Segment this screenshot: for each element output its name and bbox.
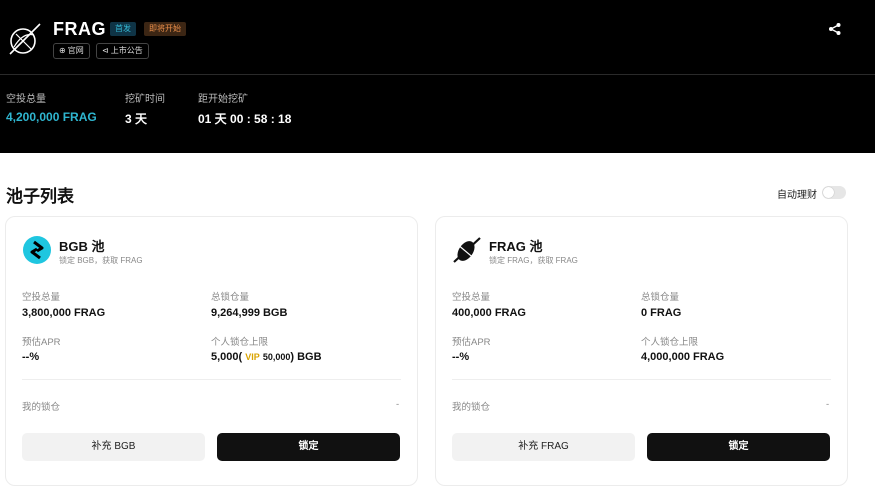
limit-main: 5,000 — [211, 351, 239, 363]
card-divider — [452, 379, 831, 380]
personal-limit-value: 5,000( VIP 50,000) BGB — [211, 351, 322, 363]
airdrop-total-label: 空投总量 — [452, 292, 491, 303]
stat-label-airdrop-total: 空投总量 — [6, 94, 46, 105]
add-frag-button[interactable]: 补充 FRAG — [452, 433, 635, 461]
my-lock-value: - — [826, 399, 830, 410]
limit-paren-close: ) — [290, 351, 295, 363]
frag-coin-icon — [453, 237, 481, 263]
personal-limit-value: 4,000,000 FRAG — [641, 351, 725, 363]
official-site-link[interactable]: ⊕ 官网 — [53, 43, 90, 59]
status-badge: 即将开始 — [144, 22, 186, 36]
apr-label: 预估APR — [452, 337, 491, 348]
listing-announcement-link[interactable]: ⊲ 上市公告 — [96, 43, 149, 59]
stat-value-mining-time: 3 天 — [125, 112, 148, 126]
share-icon[interactable] — [828, 22, 842, 36]
apr-label: 预估APR — [22, 337, 61, 348]
listing-announcement-label: 上市公告 — [110, 46, 143, 55]
toggle-knob — [823, 187, 834, 198]
apr-value: --% — [452, 351, 470, 363]
airdrop-total-value: 3,800,000 FRAG — [22, 307, 106, 319]
auto-invest-toggle[interactable] — [822, 186, 846, 199]
megaphone-icon: ⊲ — [102, 46, 109, 55]
official-site-label: 官网 — [67, 46, 84, 55]
frag-logo-icon — [9, 23, 41, 55]
vip-limit-value: 50,000 — [262, 352, 291, 362]
first-launch-badge: 首发 — [110, 22, 136, 36]
pool-description: 锁定 BGB，获取 FRAG — [59, 256, 143, 265]
personal-limit-label: 个人锁仓上限 — [211, 337, 269, 348]
stat-label-mining-time: 挖矿时间 — [125, 94, 165, 105]
personal-limit-label: 个人锁仓上限 — [641, 337, 699, 348]
lock-bgb-button[interactable]: 锁定 — [217, 433, 400, 461]
auto-invest-label: 自动理财 — [777, 190, 817, 201]
pool-card-frag: FRAG 池 锁定 FRAG，获取 FRAG 空投总量 400,000 FRAG… — [435, 216, 848, 486]
total-locked-value: 0 FRAG — [641, 307, 682, 319]
stat-label-countdown: 距开始挖矿 — [198, 94, 248, 105]
pool-name: BGB 池 — [59, 239, 105, 254]
my-lock-label: 我的锁仓 — [452, 402, 491, 413]
vip-tag: VIP — [245, 352, 260, 362]
limit-paren-open: ( — [238, 351, 243, 363]
my-lock-value: - — [396, 399, 400, 410]
stat-value-airdrop-total: 4,200,000 FRAG — [6, 110, 97, 124]
limit-unit: BGB — [297, 351, 322, 363]
add-bgb-button[interactable]: 补充 BGB — [22, 433, 205, 461]
my-lock-label: 我的锁仓 — [22, 402, 61, 413]
stat-value-countdown: 01 天 00 : 58 : 18 — [198, 112, 292, 126]
airdrop-total-value: 400,000 FRAG — [452, 307, 526, 319]
bgb-coin-icon — [23, 236, 51, 264]
pool-list-title: 池子列表 — [6, 187, 74, 206]
pool-card-bgb: BGB 池 锁定 BGB，获取 FRAG 空投总量 3,800,000 FRAG… — [5, 216, 418, 486]
apr-value: --% — [22, 351, 40, 363]
total-locked-label: 总锁仓量 — [641, 292, 680, 303]
lock-frag-button[interactable]: 锁定 — [647, 433, 830, 461]
card-divider — [22, 379, 401, 380]
airdrop-total-label: 空投总量 — [22, 292, 61, 303]
project-header: FRAG 首发 即将开始 ⊕ 官网 ⊲ 上市公告 空投总量 4,200,000 FR… — [0, 0, 875, 153]
header-divider — [0, 74, 875, 75]
pool-name: FRAG 池 — [489, 239, 543, 254]
globe-icon: ⊕ — [59, 46, 66, 55]
total-locked-value: 9,264,999 BGB — [211, 307, 288, 319]
total-locked-label: 总锁仓量 — [211, 292, 250, 303]
token-name: FRAG — [53, 19, 106, 39]
pool-description: 锁定 FRAG，获取 FRAG — [489, 256, 578, 265]
